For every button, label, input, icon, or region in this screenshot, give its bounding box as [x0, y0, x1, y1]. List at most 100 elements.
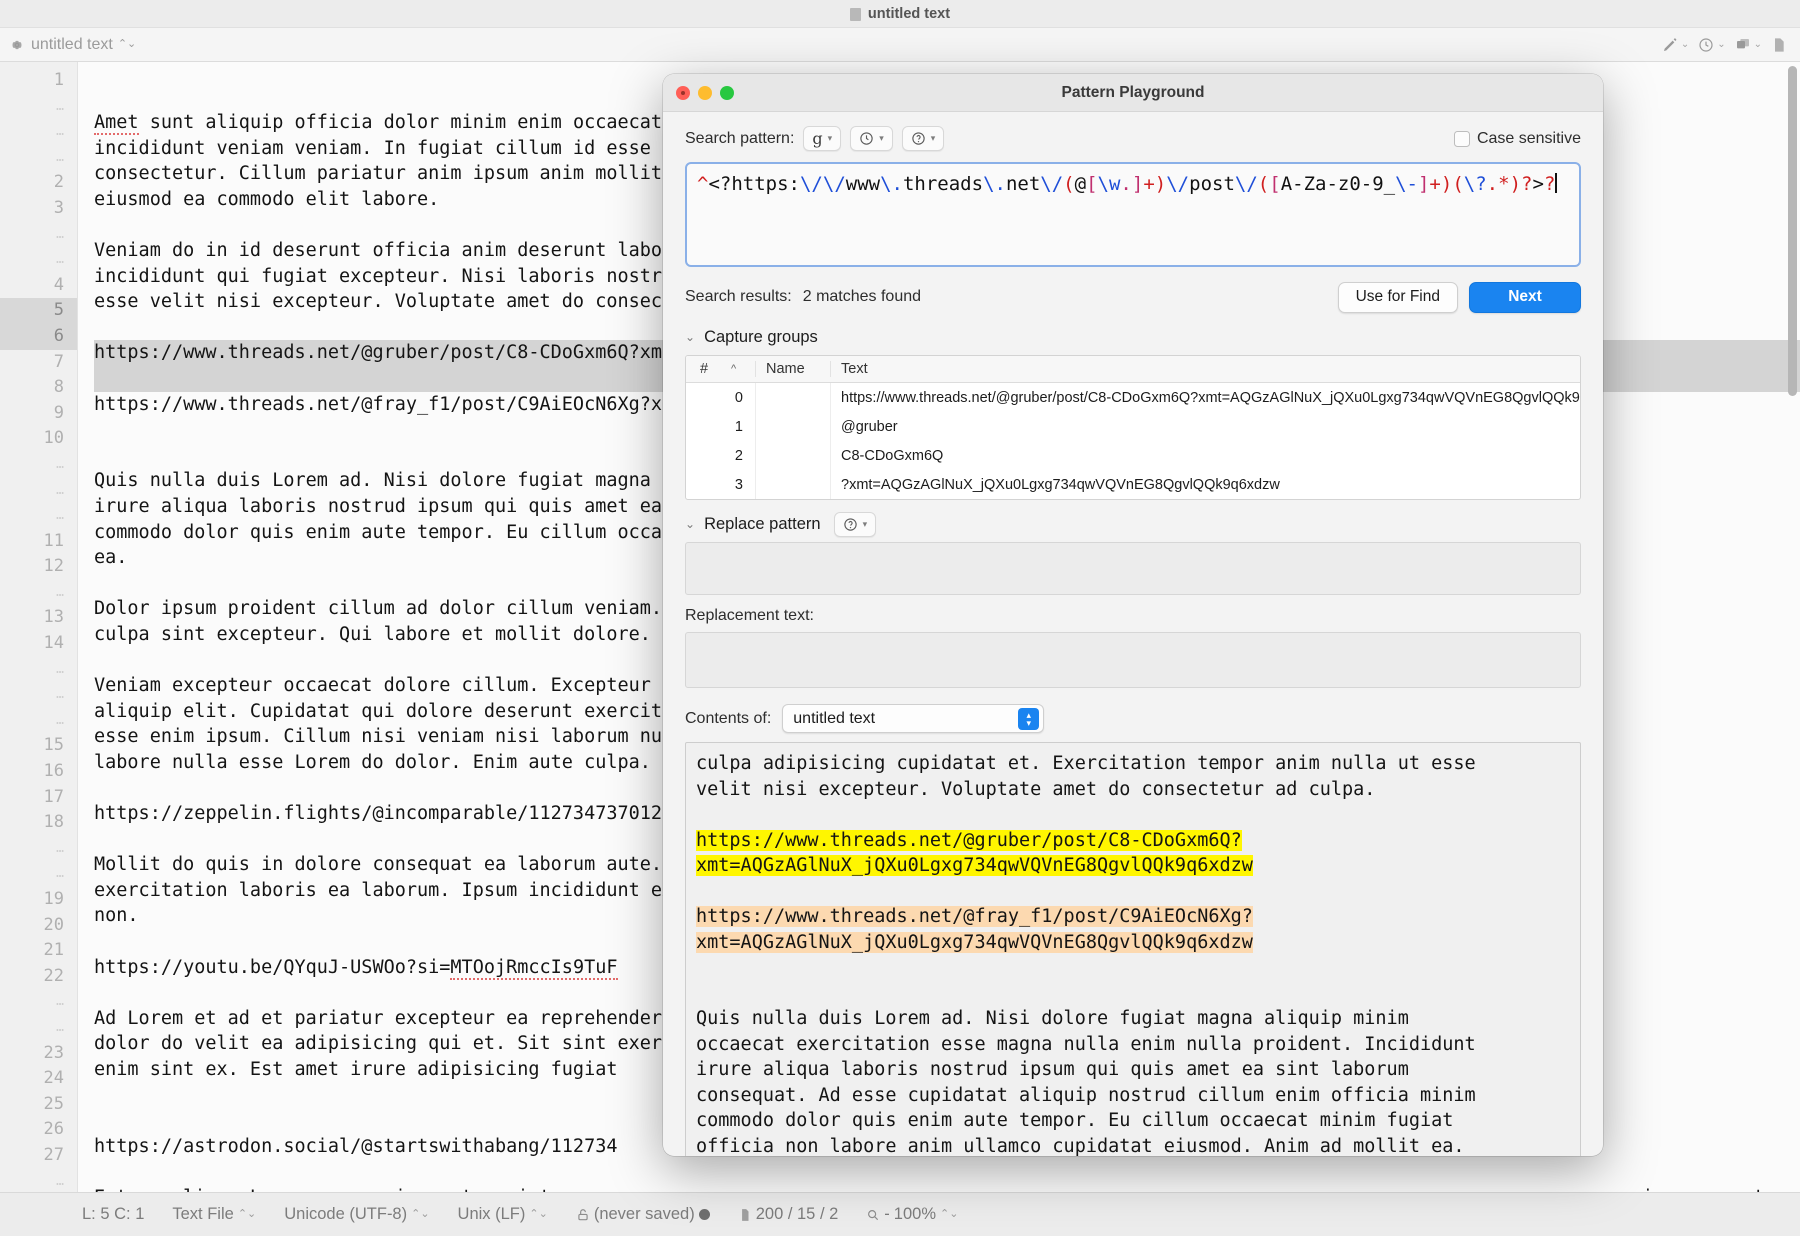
chevron-up-down-icon: ⌃⌄ [118, 39, 136, 50]
line-number: 11 [0, 529, 77, 555]
chevron-down-icon: ▾ [879, 133, 884, 144]
zoom-out-button[interactable]: - [884, 1205, 890, 1224]
chevron-down-icon[interactable]: ⌄ [685, 331, 695, 343]
table-row[interactable]: 2C8-CDoGxm6Q [686, 441, 1580, 470]
capture-groups-title: Capture groups [704, 328, 818, 347]
cursor-position-text: L: 5 C: 1 [82, 1205, 144, 1224]
column-header-name[interactable]: Name [755, 361, 830, 377]
replacement-text-input[interactable] [685, 632, 1581, 688]
window-layout-button[interactable]: ⌄ [1732, 35, 1765, 55]
line-number: … [0, 478, 77, 504]
replace-help-button[interactable]: ▾ [834, 512, 877, 537]
line-number: … [0, 452, 77, 478]
toolbar-left-group: untitled text ⌃⌄ [10, 36, 136, 54]
column-header-text[interactable]: Text [830, 361, 1500, 377]
status-zoom[interactable]: - 100% ⌃⌄ [852, 1205, 972, 1224]
column-header-number[interactable]: # [686, 361, 731, 377]
replace-pattern-disclosure[interactable]: ⌄ Replace pattern ▾ [685, 513, 1581, 535]
zoom-button[interactable] [720, 86, 734, 100]
line-number-gutter: 1………23……45678910………1112…1314………15161718…… [0, 62, 78, 1192]
pattern-playground-dialog: Pattern Playground Search pattern: g ▾ ▾… [663, 74, 1603, 1156]
gear-icon[interactable] [10, 38, 24, 52]
match-highlight-current: xmt=AQGzAGlNuX_jQXu0Lgxg734qwVQVnEG8Qgvl… [696, 855, 1253, 876]
preview-line: officia non labore anim ullamco cupidata… [696, 1134, 1570, 1157]
line-number: … [0, 94, 77, 120]
regex-flavor-button[interactable]: g ▾ [803, 126, 841, 151]
regex-token: ? [1544, 173, 1555, 195]
toolbar-document-name[interactable]: untitled text ⌃⌄ [31, 36, 136, 54]
regex-token: > [1532, 173, 1543, 195]
contents-of-select[interactable]: untitled text ▴▾ [782, 704, 1044, 733]
regex-token: threads [903, 173, 983, 195]
pen-tool-button[interactable]: ⌄ [1659, 35, 1692, 55]
replace-pattern-title: Replace pattern [704, 515, 821, 534]
editor-line [94, 1159, 1800, 1185]
unlocked-icon[interactable] [576, 1208, 590, 1222]
status-file-type[interactable]: Text File ⌃⌄ [158, 1205, 270, 1224]
file-type-text: Text File [172, 1205, 233, 1224]
magnifier-icon[interactable] [866, 1208, 880, 1222]
document-pane-button[interactable] [1768, 35, 1790, 55]
regex-token: ? [1521, 173, 1532, 195]
line-number: 18 [0, 810, 77, 836]
capture-groups-rows: 0https://www.threads.net/@gruber/post/C8… [686, 383, 1580, 499]
text-caret [1555, 173, 1557, 193]
line-number: 6 [0, 324, 77, 350]
dialog-title-bar[interactable]: Pattern Playground [663, 74, 1603, 112]
editor-vertical-scrollbar[interactable] [1787, 62, 1798, 1192]
regex-token: ) [1155, 173, 1166, 195]
minimize-button[interactable] [698, 86, 712, 100]
line-number: … [0, 222, 77, 248]
chevron-down-icon[interactable]: ⌄ [685, 518, 695, 530]
table-row[interactable]: 1@gruber [686, 412, 1580, 441]
contents-preview[interactable]: culpa adipisicing cupidatat et. Exercita… [685, 742, 1581, 1156]
capture-groups-disclosure[interactable]: ⌄ Capture groups [685, 326, 1581, 348]
next-button[interactable]: Next [1469, 282, 1581, 313]
preview-line [696, 879, 1570, 905]
regex-token: @ [1075, 173, 1086, 195]
regex-token: ) [1510, 173, 1521, 195]
match-highlight-other: https://www.threads.net/@fray_f1/post/C9… [696, 906, 1253, 927]
sort-ascending-icon[interactable]: ^ [731, 363, 755, 375]
dialog-action-buttons: Use for Find Next [1338, 282, 1581, 313]
status-saved-state: (never saved) [562, 1205, 724, 1224]
search-pattern-input[interactable]: ^<?https:\/\/www\.threads\.net\/(@[\w.]+… [685, 162, 1581, 267]
line-number: 17 [0, 785, 77, 811]
saved-state-text: (never saved) [594, 1205, 695, 1224]
regex-token: [ [1086, 173, 1097, 195]
capture-group-index: 3 [686, 477, 755, 493]
case-sensitive-checkbox[interactable] [1454, 131, 1470, 147]
regex-token: \? [1464, 173, 1487, 195]
table-row[interactable]: 3?xmt=AQGzAGlNuX_jQXu0Lgxg734qwVQVnEG8Qg… [686, 470, 1580, 499]
line-number: 10 [0, 426, 77, 452]
toolbar-document-name-text: untitled text [31, 36, 113, 54]
chevron-up-down-icon[interactable]: ▴▾ [1018, 708, 1039, 730]
use-for-find-button[interactable]: Use for Find [1338, 282, 1458, 313]
capture-group-index: 1 [686, 419, 755, 435]
line-number: 24 [0, 1066, 77, 1092]
regex-token: www [846, 173, 880, 195]
document-stats-text: 200 / 15 / 2 [756, 1205, 839, 1224]
zoom-level-text: 100% [894, 1205, 936, 1224]
scrollbar-thumb[interactable] [1788, 66, 1797, 396]
modified-indicator [699, 1209, 710, 1220]
regex-token: ( [1258, 173, 1269, 195]
regex-token: \w [1098, 173, 1121, 195]
preview-line: irure aliqua laboris nostrud ipsum qui q… [696, 1057, 1570, 1083]
status-line-endings[interactable]: Unix (LF) ⌃⌄ [444, 1205, 562, 1224]
line-number: … [0, 989, 77, 1015]
line-number: 5 [0, 298, 77, 324]
replace-pattern-input[interactable] [685, 542, 1581, 595]
table-row[interactable]: 0https://www.threads.net/@gruber/post/C8… [686, 383, 1580, 412]
os-title-bar: untitled text [0, 0, 1800, 28]
recent-patterns-button[interactable]: ▾ [850, 126, 893, 151]
status-encoding[interactable]: Unicode (UTF-8) ⌃⌄ [270, 1205, 443, 1224]
regex-token: \- [1395, 173, 1418, 195]
close-button[interactable] [676, 86, 690, 100]
case-sensitive-control[interactable]: Case sensitive [1454, 130, 1581, 148]
preview-line: https://www.threads.net/@fray_f1/post/C9… [696, 904, 1570, 930]
regex-token: * [1498, 173, 1509, 195]
pattern-help-button[interactable]: ▾ [902, 126, 945, 151]
history-button[interactable]: ⌄ [1695, 35, 1728, 55]
chevron-down-icon: ⌄ [1681, 39, 1689, 50]
